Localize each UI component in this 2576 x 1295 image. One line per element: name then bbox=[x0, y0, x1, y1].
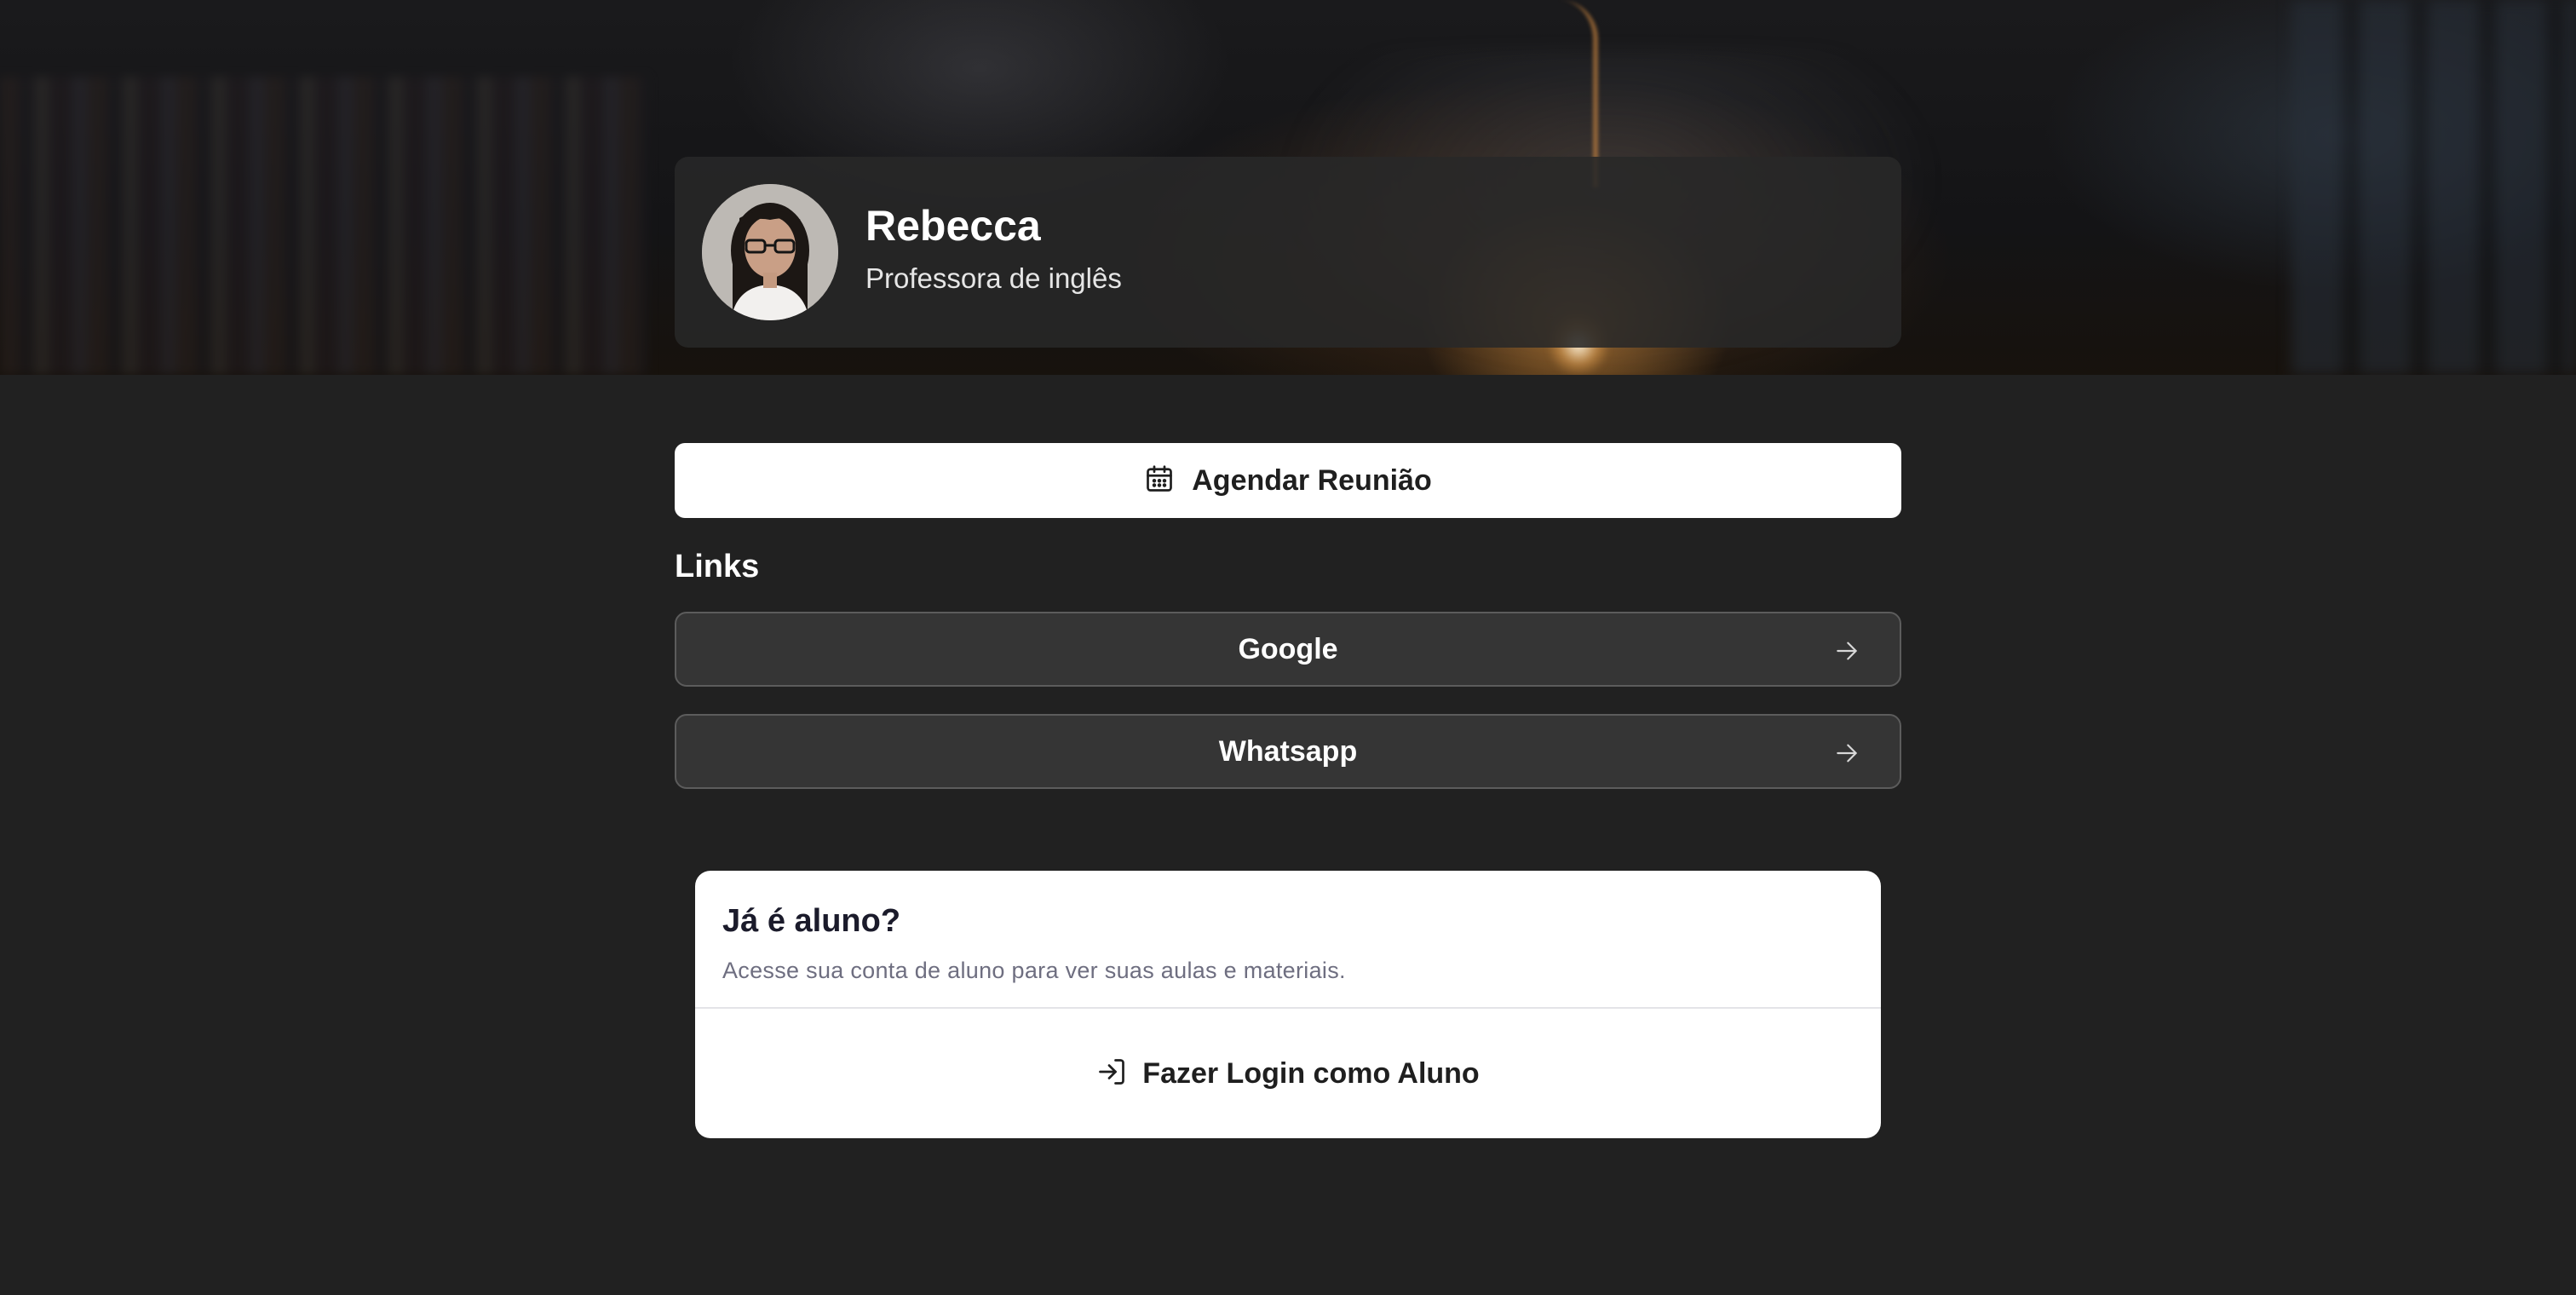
profile-name: Rebecca bbox=[865, 202, 1041, 250]
student-login-card: Já é aluno? Acesse sua conta de aluno pa… bbox=[695, 871, 1881, 1138]
schedule-meeting-button[interactable]: Agendar Reunião bbox=[675, 443, 1901, 518]
link-whatsapp-button[interactable]: Whatsapp bbox=[675, 714, 1901, 789]
link-google-button[interactable]: Google bbox=[675, 612, 1901, 687]
schedule-meeting-label: Agendar Reunião bbox=[1192, 463, 1432, 497]
profile-card: Rebecca Professora de inglês bbox=[675, 157, 1901, 348]
link-label: Google bbox=[1238, 632, 1338, 665]
link-label: Whatsapp bbox=[1218, 734, 1358, 768]
student-card-description: Acesse sua conta de aluno para ver suas … bbox=[722, 958, 1346, 983]
student-card-title: Já é aluno? bbox=[722, 903, 901, 939]
profile-subtitle: Professora de inglês bbox=[865, 262, 1122, 294]
log-in-icon bbox=[1096, 1056, 1127, 1091]
student-login-label: Fazer Login como Aluno bbox=[1142, 1056, 1480, 1090]
links-heading: Links bbox=[675, 549, 760, 584]
student-login-button[interactable]: Fazer Login como Aluno bbox=[695, 1009, 1881, 1138]
avatar bbox=[702, 184, 838, 320]
arrow-right-icon bbox=[1833, 740, 1860, 767]
calendar-icon bbox=[1144, 463, 1175, 498]
arrow-right-icon bbox=[1833, 637, 1860, 665]
page: Rebecca Professora de inglês Agendar Reu… bbox=[0, 0, 2576, 1295]
